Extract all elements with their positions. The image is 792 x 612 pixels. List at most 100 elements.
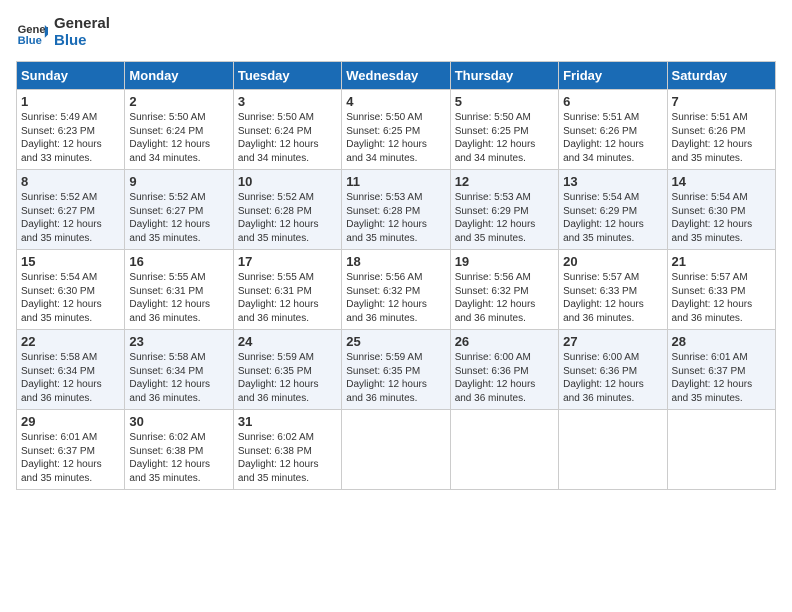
calendar-body: 1 Sunrise: 5:49 AMSunset: 6:23 PMDayligh… [17, 90, 776, 490]
calendar-cell: 30 Sunrise: 6:02 AMSunset: 6:38 PMDaylig… [125, 410, 233, 490]
weekday-header-thursday: Thursday [450, 62, 558, 90]
weekday-header-monday: Monday [125, 62, 233, 90]
weekday-header-friday: Friday [559, 62, 667, 90]
day-number: 20 [563, 254, 662, 269]
calendar-cell: 22 Sunrise: 5:58 AMSunset: 6:34 PMDaylig… [17, 330, 125, 410]
calendar-table: SundayMondayTuesdayWednesdayThursdayFrid… [16, 61, 776, 490]
calendar-cell: 3 Sunrise: 5:50 AMSunset: 6:24 PMDayligh… [233, 90, 341, 170]
day-info: Sunrise: 6:01 AMSunset: 6:37 PMDaylight:… [21, 431, 120, 485]
weekday-header-saturday: Saturday [667, 62, 775, 90]
day-number: 17 [238, 254, 337, 269]
calendar-cell: 29 Sunrise: 6:01 AMSunset: 6:37 PMDaylig… [17, 410, 125, 490]
day-number: 29 [21, 414, 120, 429]
calendar-cell: 19 Sunrise: 5:56 AMSunset: 6:32 PMDaylig… [450, 250, 558, 330]
weekday-header-sunday: Sunday [17, 62, 125, 90]
day-info: Sunrise: 5:50 AMSunset: 6:25 PMDaylight:… [346, 111, 445, 165]
calendar-week-row: 15 Sunrise: 5:54 AMSunset: 6:30 PMDaylig… [17, 250, 776, 330]
header: General Blue General Blue [16, 16, 776, 49]
logo-general: General [54, 16, 110, 33]
day-number: 9 [129, 174, 228, 189]
day-number: 7 [672, 94, 771, 109]
day-info: Sunrise: 5:55 AMSunset: 6:31 PMDaylight:… [238, 271, 337, 325]
logo-blue: Blue [54, 33, 110, 50]
calendar-cell: 24 Sunrise: 5:59 AMSunset: 6:35 PMDaylig… [233, 330, 341, 410]
calendar-cell: 1 Sunrise: 5:49 AMSunset: 6:23 PMDayligh… [17, 90, 125, 170]
day-info: Sunrise: 5:52 AMSunset: 6:28 PMDaylight:… [238, 191, 337, 245]
calendar-week-row: 29 Sunrise: 6:01 AMSunset: 6:37 PMDaylig… [17, 410, 776, 490]
day-info: Sunrise: 5:54 AMSunset: 6:29 PMDaylight:… [563, 191, 662, 245]
calendar-cell [342, 410, 450, 490]
day-info: Sunrise: 6:00 AMSunset: 6:36 PMDaylight:… [455, 351, 554, 405]
day-info: Sunrise: 5:56 AMSunset: 6:32 PMDaylight:… [346, 271, 445, 325]
calendar-cell: 17 Sunrise: 5:55 AMSunset: 6:31 PMDaylig… [233, 250, 341, 330]
calendar-cell: 26 Sunrise: 6:00 AMSunset: 6:36 PMDaylig… [450, 330, 558, 410]
day-info: Sunrise: 5:58 AMSunset: 6:34 PMDaylight:… [129, 351, 228, 405]
calendar-cell: 21 Sunrise: 5:57 AMSunset: 6:33 PMDaylig… [667, 250, 775, 330]
day-number: 8 [21, 174, 120, 189]
calendar-cell: 9 Sunrise: 5:52 AMSunset: 6:27 PMDayligh… [125, 170, 233, 250]
day-number: 25 [346, 334, 445, 349]
day-info: Sunrise: 5:54 AMSunset: 6:30 PMDaylight:… [672, 191, 771, 245]
day-info: Sunrise: 5:51 AMSunset: 6:26 PMDaylight:… [563, 111, 662, 165]
day-number: 31 [238, 414, 337, 429]
day-info: Sunrise: 6:02 AMSunset: 6:38 PMDaylight:… [238, 431, 337, 485]
logo-icon: General Blue [16, 17, 48, 49]
calendar-cell [450, 410, 558, 490]
day-number: 15 [21, 254, 120, 269]
day-number: 26 [455, 334, 554, 349]
calendar-cell: 20 Sunrise: 5:57 AMSunset: 6:33 PMDaylig… [559, 250, 667, 330]
day-number: 28 [672, 334, 771, 349]
day-info: Sunrise: 5:54 AMSunset: 6:30 PMDaylight:… [21, 271, 120, 325]
day-number: 13 [563, 174, 662, 189]
day-info: Sunrise: 5:52 AMSunset: 6:27 PMDaylight:… [129, 191, 228, 245]
day-info: Sunrise: 5:50 AMSunset: 6:25 PMDaylight:… [455, 111, 554, 165]
day-info: Sunrise: 5:53 AMSunset: 6:29 PMDaylight:… [455, 191, 554, 245]
calendar-week-row: 22 Sunrise: 5:58 AMSunset: 6:34 PMDaylig… [17, 330, 776, 410]
day-number: 18 [346, 254, 445, 269]
day-number: 5 [455, 94, 554, 109]
day-info: Sunrise: 5:50 AMSunset: 6:24 PMDaylight:… [238, 111, 337, 165]
calendar-cell: 15 Sunrise: 5:54 AMSunset: 6:30 PMDaylig… [17, 250, 125, 330]
svg-text:General: General [18, 24, 48, 36]
calendar-week-row: 1 Sunrise: 5:49 AMSunset: 6:23 PMDayligh… [17, 90, 776, 170]
calendar-cell: 18 Sunrise: 5:56 AMSunset: 6:32 PMDaylig… [342, 250, 450, 330]
day-number: 14 [672, 174, 771, 189]
calendar-cell: 28 Sunrise: 6:01 AMSunset: 6:37 PMDaylig… [667, 330, 775, 410]
weekday-header-tuesday: Tuesday [233, 62, 341, 90]
day-number: 30 [129, 414, 228, 429]
day-info: Sunrise: 5:51 AMSunset: 6:26 PMDaylight:… [672, 111, 771, 165]
svg-text:Blue: Blue [18, 35, 42, 47]
day-info: Sunrise: 5:50 AMSunset: 6:24 PMDaylight:… [129, 111, 228, 165]
day-info: Sunrise: 5:59 AMSunset: 6:35 PMDaylight:… [346, 351, 445, 405]
day-info: Sunrise: 5:53 AMSunset: 6:28 PMDaylight:… [346, 191, 445, 245]
calendar-cell: 6 Sunrise: 5:51 AMSunset: 6:26 PMDayligh… [559, 90, 667, 170]
day-info: Sunrise: 5:57 AMSunset: 6:33 PMDaylight:… [672, 271, 771, 325]
calendar-cell: 5 Sunrise: 5:50 AMSunset: 6:25 PMDayligh… [450, 90, 558, 170]
calendar-cell [559, 410, 667, 490]
day-info: Sunrise: 5:49 AMSunset: 6:23 PMDaylight:… [21, 111, 120, 165]
day-info: Sunrise: 5:52 AMSunset: 6:27 PMDaylight:… [21, 191, 120, 245]
day-number: 23 [129, 334, 228, 349]
day-info: Sunrise: 5:58 AMSunset: 6:34 PMDaylight:… [21, 351, 120, 405]
weekday-header-wednesday: Wednesday [342, 62, 450, 90]
day-number: 2 [129, 94, 228, 109]
day-info: Sunrise: 5:59 AMSunset: 6:35 PMDaylight:… [238, 351, 337, 405]
day-number: 11 [346, 174, 445, 189]
calendar-cell: 4 Sunrise: 5:50 AMSunset: 6:25 PMDayligh… [342, 90, 450, 170]
day-number: 6 [563, 94, 662, 109]
day-info: Sunrise: 6:00 AMSunset: 6:36 PMDaylight:… [563, 351, 662, 405]
calendar-cell: 27 Sunrise: 6:00 AMSunset: 6:36 PMDaylig… [559, 330, 667, 410]
day-number: 1 [21, 94, 120, 109]
day-info: Sunrise: 5:56 AMSunset: 6:32 PMDaylight:… [455, 271, 554, 325]
logo: General Blue General Blue [16, 16, 110, 49]
day-info: Sunrise: 6:02 AMSunset: 6:38 PMDaylight:… [129, 431, 228, 485]
day-number: 24 [238, 334, 337, 349]
calendar-cell: 10 Sunrise: 5:52 AMSunset: 6:28 PMDaylig… [233, 170, 341, 250]
day-number: 27 [563, 334, 662, 349]
calendar-cell: 25 Sunrise: 5:59 AMSunset: 6:35 PMDaylig… [342, 330, 450, 410]
calendar-cell: 11 Sunrise: 5:53 AMSunset: 6:28 PMDaylig… [342, 170, 450, 250]
day-number: 3 [238, 94, 337, 109]
day-number: 4 [346, 94, 445, 109]
calendar-week-row: 8 Sunrise: 5:52 AMSunset: 6:27 PMDayligh… [17, 170, 776, 250]
calendar-cell: 8 Sunrise: 5:52 AMSunset: 6:27 PMDayligh… [17, 170, 125, 250]
